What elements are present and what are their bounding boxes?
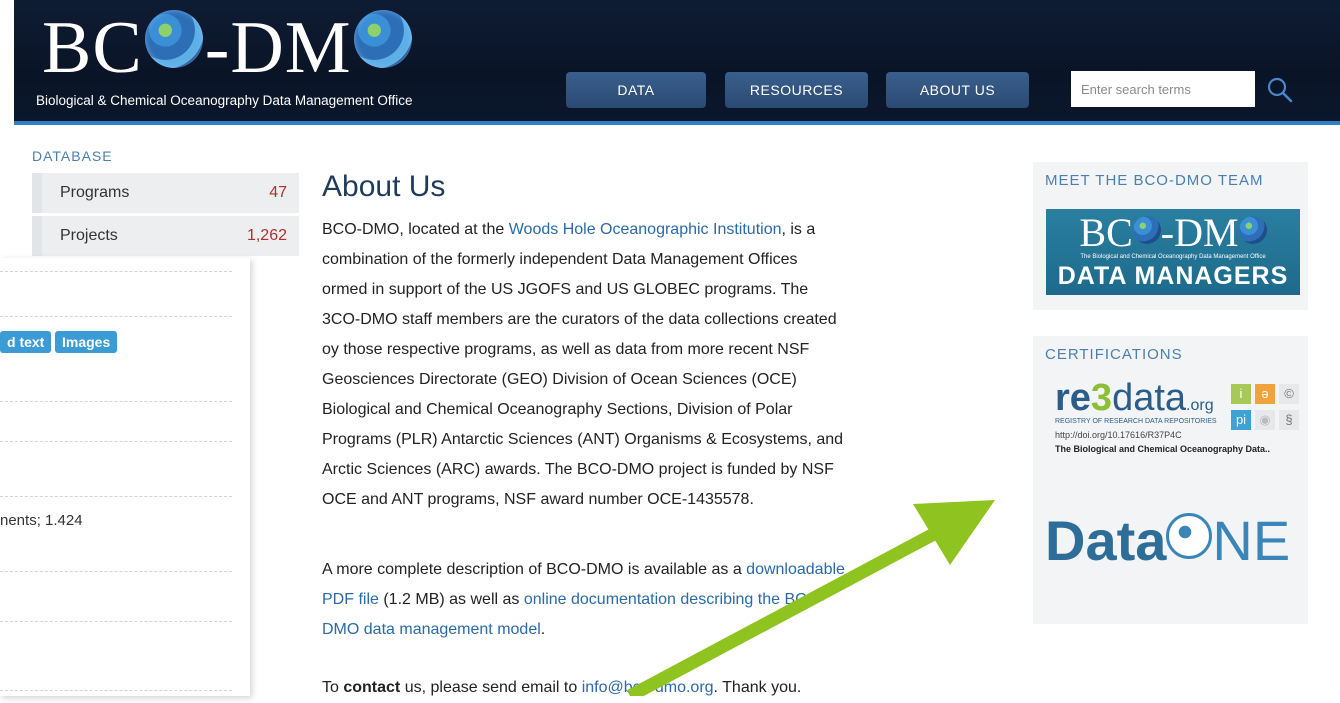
policy-icon: § [1279,410,1299,430]
dataone-text: Data [1045,509,1167,572]
re3-text: data [1112,377,1187,419]
sidebar-item-label: Projects [60,227,118,244]
nav-about-us-button[interactable]: ABOUT US [886,72,1029,108]
text: To [322,679,344,696]
contact-bold: contact [343,679,401,696]
badge-subtitle: The Biological and Chemical Oceanography… [1080,254,1266,260]
re3-text: re [1055,377,1091,419]
nav-resources-button[interactable]: RESOURCES [725,72,868,108]
sidebar-item-programs[interactable]: Programs 47 [32,173,299,213]
text: oy those respective programs, as well as… [322,341,810,358]
text: ormed in support of the US JGOFS and US … [322,281,809,298]
divider [0,496,232,497]
dataone-text: NE [1212,509,1291,572]
site-tagline: Biological & Chemical Oceanography Data … [36,93,413,108]
team-panel: MEET THE BCO-DMO TEAM BC -DM The Biologic… [1033,162,1308,310]
overlay-card: d text Images nents; 1.424 [0,258,250,696]
re3-doi: http://doi.org/10.17616/R37P4C [1055,430,1182,440]
badge-title: DATA MANAGERS [1057,262,1289,290]
data-managers-badge[interactable]: BC -DM The Biological and Chemical Oceano… [1046,209,1300,295]
site-header: BC -DM Biological & Chemical Oceanography… [14,0,1340,125]
copyright-icon: © [1279,384,1299,404]
pdf-link[interactable]: downloadable [746,561,845,578]
sidebar-item-projects[interactable]: Projects 1,262 [32,216,299,256]
whoi-link[interactable]: Woods Hole Oceanographic Institution [509,221,782,238]
text: (1.2 MB) as well as [378,591,524,608]
dataone-logo[interactable]: Data NE [1045,511,1290,571]
text: Biological and Chemical Oceanography Sec… [322,401,793,418]
page-title: About Us [322,170,446,203]
overlay-text-fragment: nents; 1.424 [0,512,83,529]
nav-data-button[interactable]: DATA [566,72,706,108]
text: . [540,621,546,638]
text: . Thank you. [713,679,802,696]
text: 3CO-DMO staff members are the curators o… [322,311,837,328]
documentation-link[interactable]: online documentation describing the BCO- [524,591,825,608]
re3-text: .org [1186,397,1214,414]
tag-text[interactable]: d text [0,331,52,353]
certifications-heading: CERTIFICATIONS [1045,346,1183,363]
globe-icon [144,10,203,68]
database-section-label: DATABASE [32,148,113,164]
globe-icon [1132,216,1161,244]
sidebar-item-count: 47 [269,184,287,201]
certifications-panel: CERTIFICATIONS re3data.org REGISTRY OF R… [1033,336,1308,624]
text: Arctic Sciences (ARC) awards. The BCO-DM… [322,461,834,478]
sidebar-item-label: Programs [60,184,130,201]
certificate-icon: ◉ [1255,410,1275,430]
divider [0,621,232,622]
text: A more complete description of BCO-DMO i… [322,561,747,578]
email-link[interactable]: info@bco-dmo.org [582,679,714,696]
text: Programs (PLR) Antarctic Sciences (ANT) … [322,431,844,448]
globe-icon [1166,513,1213,559]
search-icon[interactable] [1266,76,1294,104]
text: BCO-DMO, located at the [322,221,509,238]
badge-text: BC [1079,210,1133,255]
team-heading: MEET THE BCO-DMO TEAM [1045,172,1264,189]
divider [0,571,232,572]
globe-icon [1238,216,1267,244]
info-icon: i [1231,384,1251,404]
divider [0,271,232,272]
divider [0,401,232,402]
sidebar-item-count: 1,262 [246,227,287,244]
text: us, please send email to [400,679,582,696]
text: combination of the formerly independent … [322,251,798,268]
text: OCE and ANT programs, NSF award number O… [322,491,754,508]
badge-text: -DM [1160,210,1239,255]
tag-images[interactable]: Images [55,331,118,353]
re3-repository-name: The Biological and Chemical Oceanography… [1055,444,1271,454]
access-icon: ə [1255,384,1275,404]
about-paragraph: BCO-DMO, located at the Woods Hole Ocean… [322,215,962,515]
site-logo[interactable]: BC -DM [42,10,414,85]
contact-paragraph: To contact us, please send email to info… [322,673,962,703]
text: Geosciences Directorate (GEO) Division o… [322,371,797,388]
divider [0,316,232,317]
search-input[interactable] [1071,71,1255,107]
pdf-link[interactable]: PDF file [322,591,379,608]
divider [0,441,232,442]
text: , is a [781,221,816,238]
re3-subtitle: REGISTRY OF RESEARCH DATA REPOSITORIES [1055,418,1217,425]
divider [0,690,232,691]
description-paragraph: A more complete description of BCO-DMO i… [322,555,962,645]
globe-icon [353,10,412,68]
pid-icon: pi [1231,410,1251,430]
logo-text-mid: -DM [204,7,352,89]
logo-text-left: BC [42,7,143,89]
documentation-link[interactable]: DMO data management model [322,621,541,638]
re3-text: 3 [1090,377,1113,419]
